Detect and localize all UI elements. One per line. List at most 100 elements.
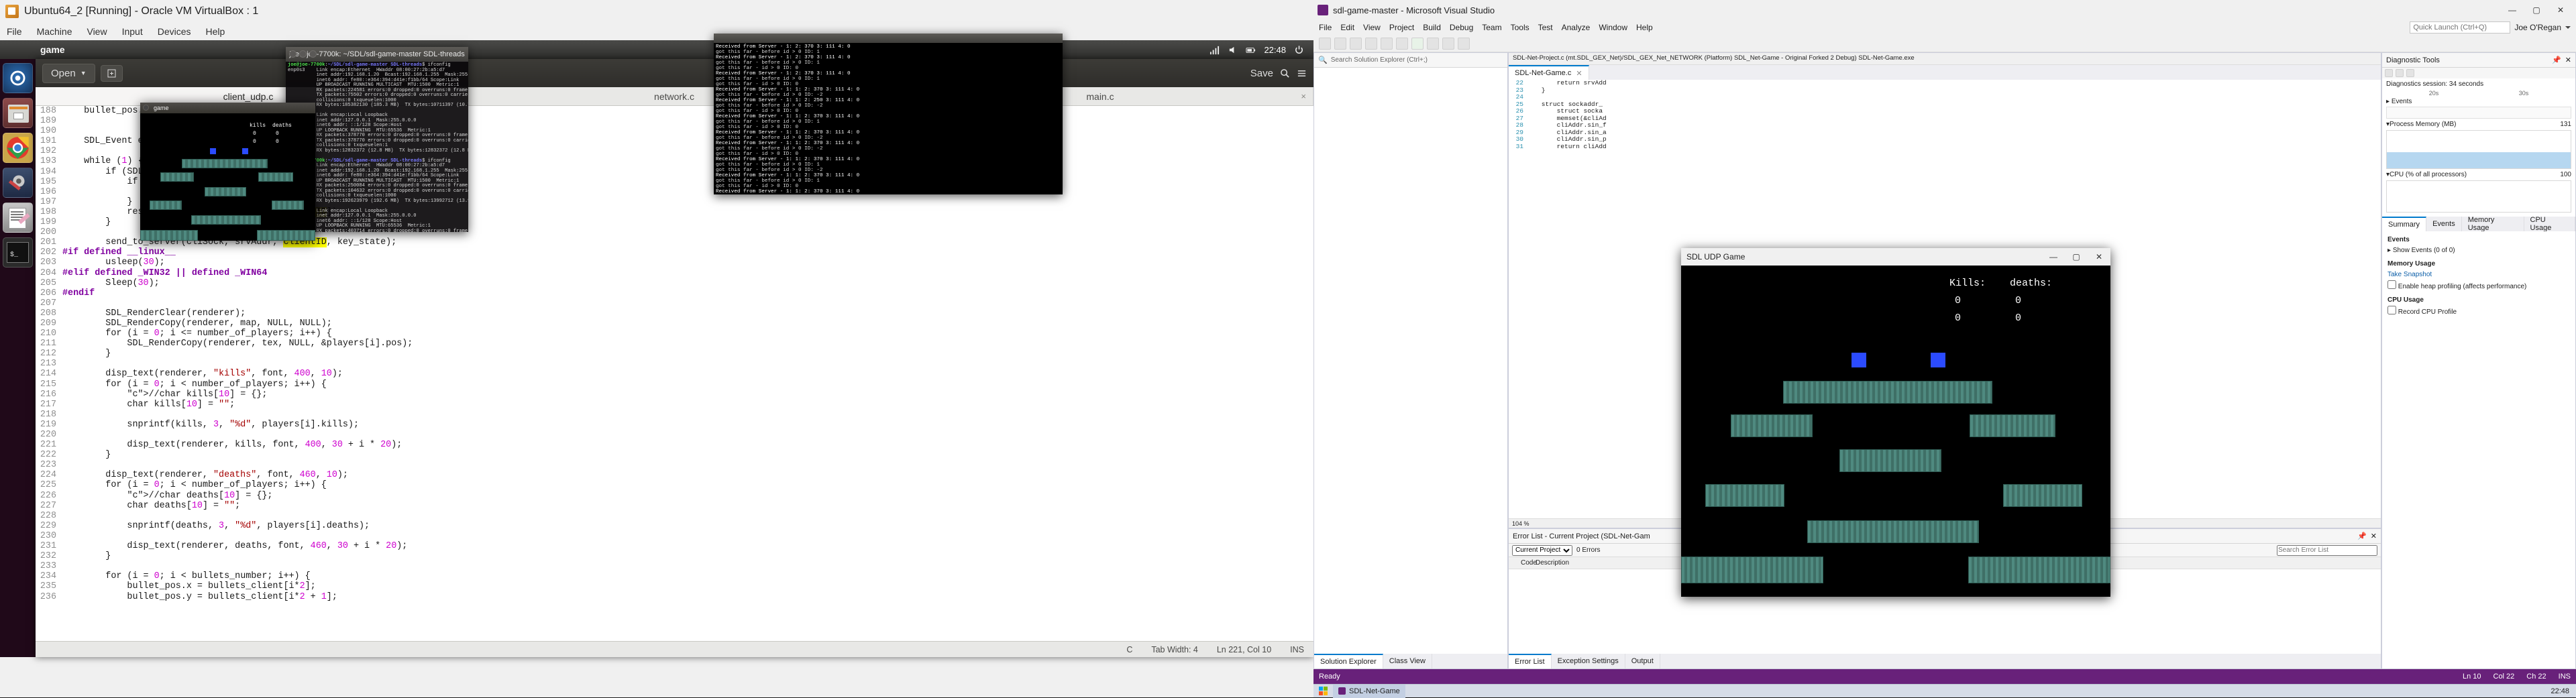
diagnostics-summary-content[interactable]: Events ▸ Show Events (0 of 0) Memory Usa…: [2382, 231, 2575, 668]
code-line[interactable]: [62, 511, 1313, 521]
maximize-icon[interactable]: ▢: [2525, 1, 2548, 19]
tab-exception-settings[interactable]: Exception Settings: [1552, 654, 1625, 668]
power-icon[interactable]: [1294, 45, 1304, 55]
vs-code-line[interactable]: [1526, 94, 1607, 101]
solution-explorer-tabstrip[interactable]: Solution Explorer Class View: [1314, 654, 1507, 668]
open-file-icon[interactable]: [1334, 38, 1346, 50]
diagnostic-tools-panel[interactable]: Diagnostic Tools 📌 ✕ Diagnostics session…: [2381, 52, 2576, 669]
launcher-item-chrome[interactable]: [3, 133, 33, 163]
vs-user-label[interactable]: Joe O'Regan: [2514, 23, 2561, 32]
summary-show-events[interactable]: ▸ Show Events (0 of 0): [2387, 245, 2570, 256]
code-line[interactable]: [62, 410, 1313, 420]
record-cpu-checkbox-row[interactable]: Record CPU Profile: [2387, 306, 2570, 318]
minimize-icon[interactable]: —: [2501, 1, 2524, 19]
code-line[interactable]: [62, 561, 1313, 571]
code-line[interactable]: [62, 531, 1313, 541]
record-cpu-checkbox[interactable]: [2387, 306, 2396, 314]
vs-code-line[interactable]: return cliAdd: [1526, 143, 1607, 151]
code-line[interactable]: #if defined __linux__: [62, 247, 1313, 257]
vs-code-line[interactable]: cliAddr.sin_p: [1526, 136, 1607, 143]
close-icon[interactable]: ✕: [2371, 532, 2377, 540]
enable-heap-checkbox-row[interactable]: Enable heap profiling (affects performan…: [2387, 280, 2570, 292]
menu-input[interactable]: Input: [122, 26, 143, 37]
close-icon[interactable]: [289, 50, 297, 58]
maximize-icon[interactable]: [309, 50, 317, 58]
code-line[interactable]: char deaths[10] = "";: [62, 501, 1313, 511]
save-all-icon[interactable]: [1365, 38, 1377, 50]
tab-cpu-usage[interactable]: CPU Usage: [2524, 217, 2575, 231]
tab-class-view[interactable]: Class View: [1383, 654, 1432, 668]
menu-view[interactable]: View: [87, 26, 107, 37]
menu-machine[interactable]: Machine: [37, 26, 72, 37]
diagnostics-events-row[interactable]: ▸ Events: [2382, 97, 2575, 107]
close-icon[interactable]: ✕: [1576, 69, 1582, 78]
code-line[interactable]: }: [62, 349, 1313, 359]
vs-code-line[interactable]: cliAddr.sin_f: [1526, 122, 1607, 129]
vs-menu-debug[interactable]: Debug: [1450, 23, 1473, 32]
search-icon[interactable]: [1280, 68, 1290, 78]
vs-window-controls[interactable]: — ▢ ✕: [2501, 1, 2572, 19]
vs-menu-project[interactable]: Project: [1389, 23, 1414, 32]
launcher-item-files[interactable]: [3, 98, 33, 128]
col-code[interactable]: Code: [1509, 559, 1536, 567]
solution-explorer-tree[interactable]: [1314, 68, 1507, 654]
save-icon[interactable]: [1350, 38, 1362, 50]
tab-memory-usage[interactable]: Memory Usage: [2462, 217, 2524, 231]
launcher-item-text-editor[interactable]: [3, 202, 33, 233]
volume-icon[interactable]: [1228, 45, 1238, 55]
taskbar-clock[interactable]: 22:48: [2551, 688, 2576, 695]
vs-menu-view[interactable]: View: [1363, 23, 1381, 32]
vs-menu-file[interactable]: File: [1319, 23, 1332, 32]
taskbar-button-sdl-net-game[interactable]: SDL-Net-Game: [1333, 685, 1405, 698]
tab-error-list[interactable]: Error List: [1509, 654, 1552, 668]
zoom-in-icon[interactable]: [2396, 69, 2404, 77]
menu-devices[interactable]: Devices: [158, 26, 191, 37]
vs-menu-analyze[interactable]: Analyze: [1562, 23, 1591, 32]
vs-editor-tabstrip[interactable]: SDL-Net-Game.c ✕: [1509, 65, 2381, 80]
code-line[interactable]: SDL_RenderClear(renderer);: [62, 308, 1313, 318]
code-line[interactable]: #elif defined _WIN32 || defined _WIN64: [62, 268, 1313, 278]
gedit-toolbar-right[interactable]: Save: [1250, 68, 1307, 79]
zoom-out-icon[interactable]: [2406, 69, 2414, 77]
step-over-icon[interactable]: [1442, 38, 1454, 50]
open-button[interactable]: Open ▼: [42, 64, 95, 83]
undo-icon[interactable]: [1381, 38, 1393, 50]
code-line[interactable]: }: [62, 450, 1313, 460]
diagnostics-tabstrip[interactable]: Summary Events Memory Usage CPU Usage: [2382, 217, 2575, 231]
error-count-badge[interactable]: 0 Errors: [1576, 546, 1601, 554]
vs-menu-team[interactable]: Team: [1482, 23, 1501, 32]
windows-taskbar[interactable]: SDL-Net-Game 22:48: [1313, 684, 2576, 697]
close-icon[interactable]: ✕: [2549, 1, 2572, 19]
vs-code-line[interactable]: return srvAdd: [1526, 80, 1607, 87]
take-snapshot-button[interactable]: Take Snapshot: [2387, 270, 2570, 280]
vs-code-line[interactable]: struct socka: [1526, 108, 1607, 115]
close-icon[interactable]: ×: [1301, 91, 1306, 101]
code-line[interactable]: bullet_pos.x = bullets_client[i*2];: [62, 581, 1313, 591]
vs-bottom-tabstrip[interactable]: Error List Exception Settings Output: [1509, 654, 2381, 668]
launcher-item-terminal[interactable]: $_: [3, 237, 33, 268]
vs-menu-test[interactable]: Test: [1538, 23, 1553, 32]
sdl-game-titlebar[interactable]: game: [140, 103, 315, 113]
launcher-item-ubuntu-dash[interactable]: [3, 63, 33, 93]
code-line[interactable]: disp_text(renderer, "deaths", font, 460,…: [62, 470, 1313, 480]
code-line[interactable]: }: [62, 551, 1313, 561]
cpu-usage-chart[interactable]: [2386, 180, 2571, 213]
status-language[interactable]: C: [1117, 645, 1142, 654]
record-icon[interactable]: [2385, 69, 2393, 77]
solution-explorer-panel[interactable]: 🔍 Search Solution Explorer (Ctrl+;) Solu…: [1313, 52, 1508, 669]
tab-events[interactable]: Events: [2426, 217, 2462, 231]
code-line[interactable]: Sleep(30);: [62, 278, 1313, 288]
error-search-input[interactable]: [2277, 545, 2377, 556]
sdl-game-canvas[interactable]: kills deaths 0 0 0 0: [140, 113, 315, 241]
code-line[interactable]: disp_text(renderer, deaths, font, 460, 3…: [62, 541, 1313, 551]
vs-menubar[interactable]: File Edit View Project Build Debug Team …: [1313, 20, 2576, 35]
vs-menu-window[interactable]: Window: [1599, 23, 1627, 32]
events-track[interactable]: [2386, 107, 2571, 119]
enable-heap-checkbox[interactable]: [2387, 280, 2396, 289]
code-line[interactable]: usleep(30);: [62, 257, 1313, 268]
close-icon[interactable]: [143, 105, 149, 111]
diagnostics-cpu-row[interactable]: ▾ CPU (% of all processors) 100: [2382, 169, 2575, 180]
pin-icon[interactable]: 📌: [2357, 532, 2367, 540]
menu-help[interactable]: Help: [206, 26, 225, 37]
code-line[interactable]: "c">//char deaths[10] = {};: [62, 491, 1313, 501]
